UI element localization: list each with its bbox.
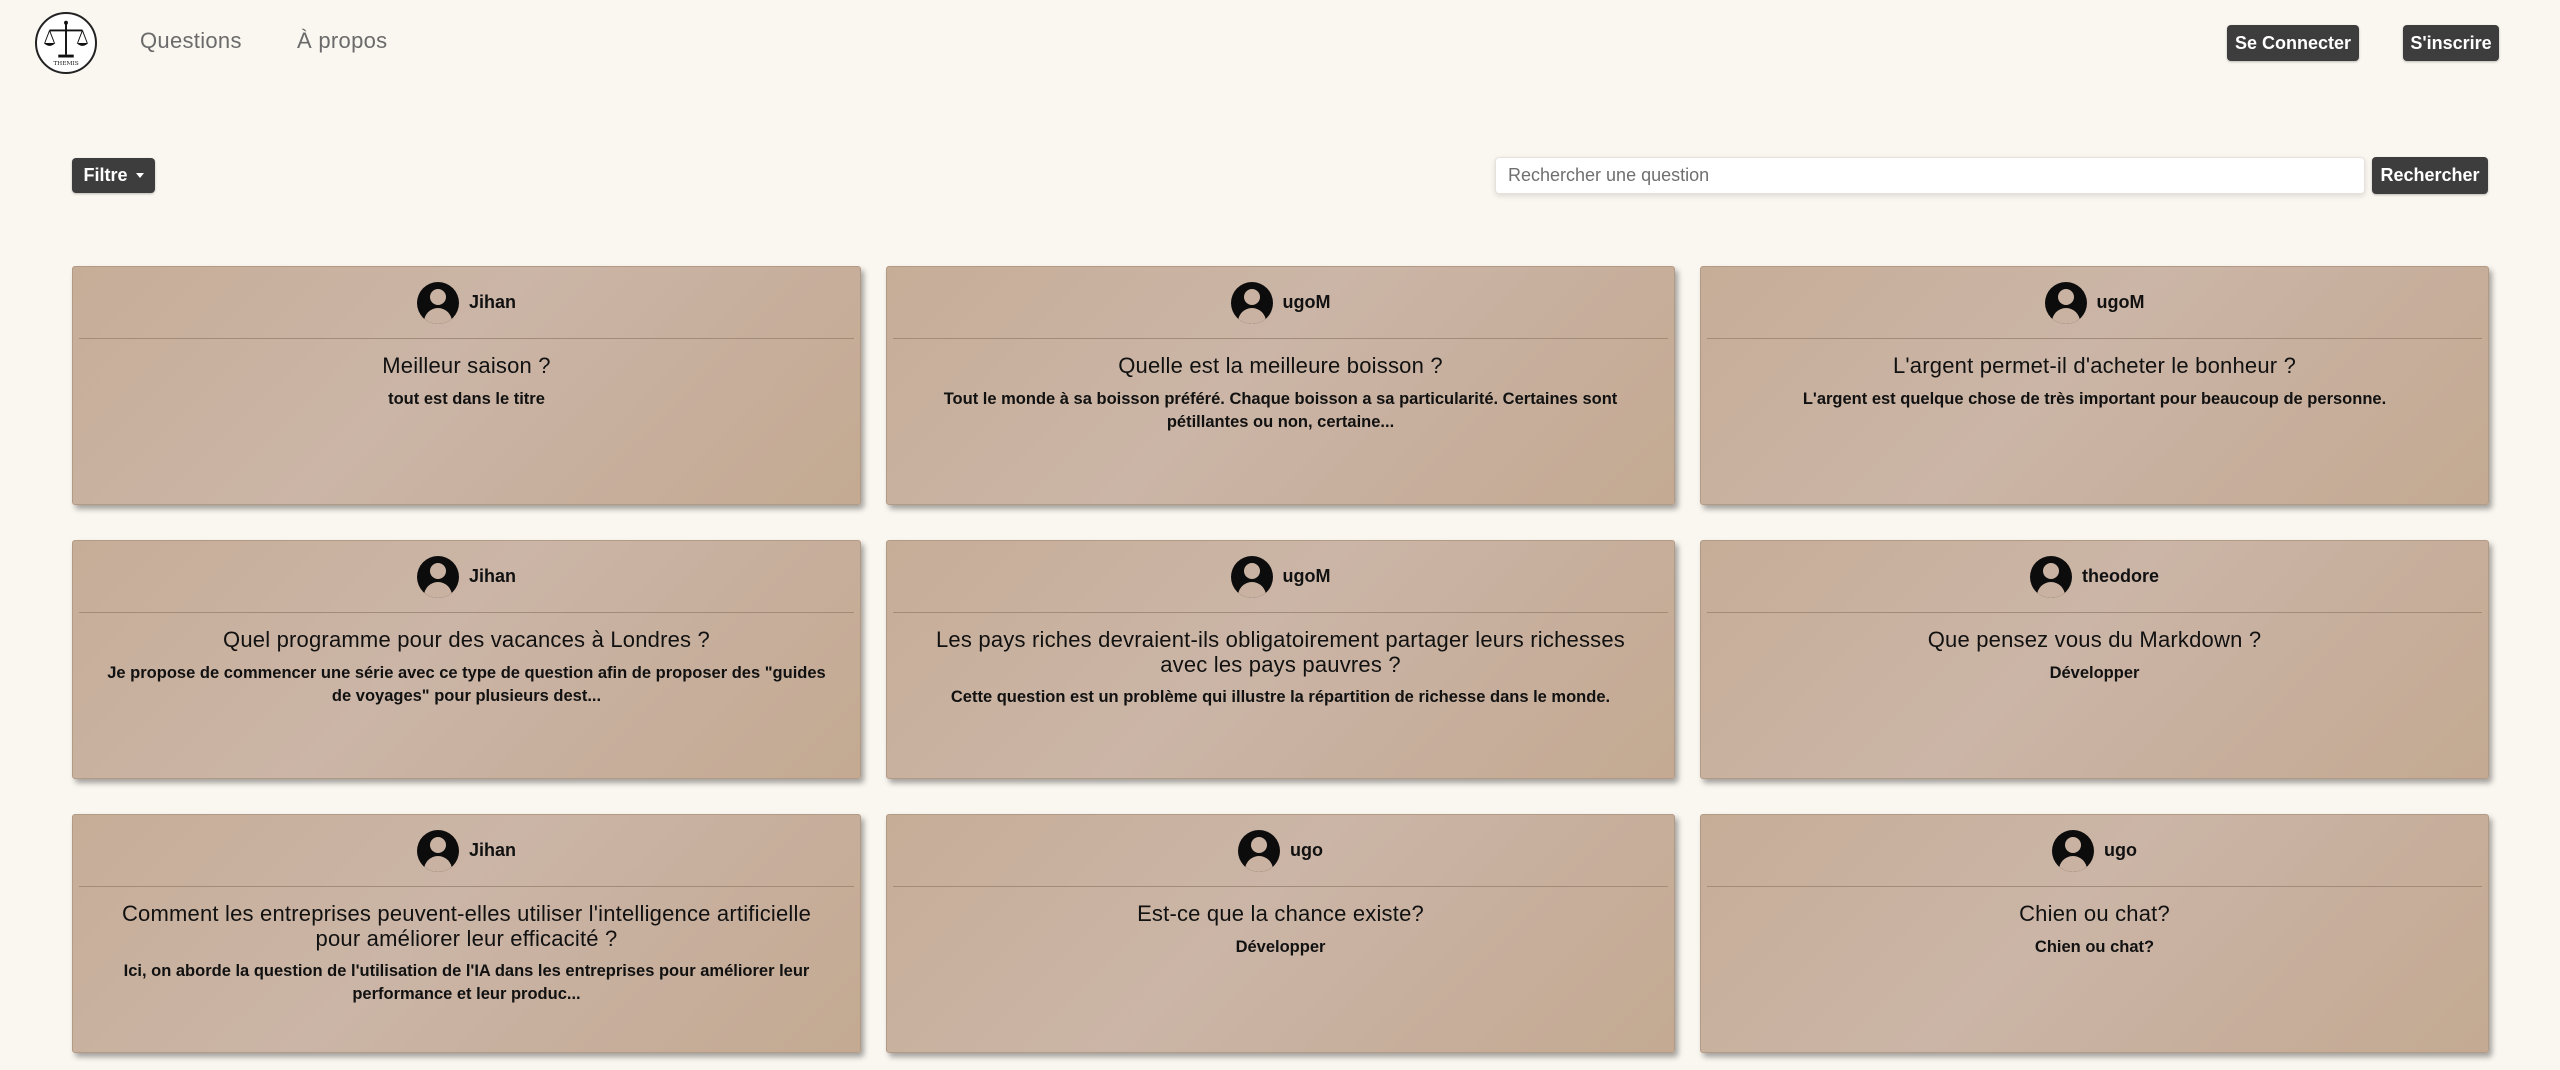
card-excerpt: Ici, on aborde la question de l'utilisat… [123, 962, 810, 1003]
svg-text:THEMIS: THEMIS [53, 61, 78, 67]
card-excerpt: Chien ou chat? [2034, 938, 2155, 956]
search-button[interactable]: Rechercher [2372, 157, 2488, 194]
caret-down-icon [135, 173, 144, 178]
card-header: Jihan [79, 267, 854, 339]
card-header: ugoM [893, 267, 1668, 339]
card-header: ugo [893, 815, 1668, 887]
card-author: ugoM [2096, 292, 2145, 312]
card-title: L'argent permet-il d'acheter le bonheur … [1892, 353, 2297, 378]
card-header: Jihan [79, 541, 854, 613]
user-avatar-icon [2029, 555, 2072, 598]
question-card[interactable]: ugo Est-ce que la chance existe? Dévelop… [886, 814, 1675, 1053]
user-avatar-icon [1230, 281, 1273, 324]
card-author: ugoM [1282, 566, 1331, 586]
user-avatar-icon [1238, 829, 1280, 872]
search-input[interactable] [1495, 157, 2365, 194]
card-excerpt: Cette question est un problème qui illus… [950, 688, 1611, 706]
top-navbar: THEMIS Questions À propos Se Connecter S… [0, 0, 2560, 86]
user-avatar-icon [416, 281, 459, 324]
card-title: Quelle est la meilleure boisson ? [1118, 353, 1443, 378]
user-avatar-icon [416, 829, 459, 872]
card-header: theodore [1707, 541, 2482, 613]
card-author: ugoM [1282, 292, 1331, 312]
card-excerpt: tout est dans le titre [388, 390, 545, 408]
card-author: theodore [2081, 566, 2159, 586]
user-avatar-icon [2044, 281, 2087, 324]
card-header: Jihan [79, 815, 854, 887]
card-author: ugo [2104, 840, 2137, 860]
card-author: Jihan [468, 840, 516, 860]
nav-link-questions[interactable]: Questions [140, 28, 242, 54]
card-excerpt: Développer [2049, 664, 2140, 682]
card-title: Chien ou chat? [2019, 901, 2170, 926]
question-card[interactable]: Jihan Quel programme pour des vacances à… [72, 540, 861, 779]
themis-logo[interactable]: THEMIS [35, 12, 97, 74]
nav-link-about[interactable]: À propos [297, 28, 387, 54]
scales-of-justice-icon: THEMIS [43, 20, 89, 67]
card-author: Jihan [468, 292, 516, 312]
card-excerpt: Je propose de commencer une série avec c… [107, 664, 826, 705]
question-card[interactable]: ugoM L'argent permet-il d'acheter le bon… [1700, 266, 2489, 505]
card-title: Meilleur saison ? [382, 353, 551, 378]
question-card[interactable]: ugo Chien ou chat? Chien ou chat? [1700, 814, 2489, 1053]
question-card[interactable]: ugoM Quelle est la meilleure boisson ? T… [886, 266, 1675, 505]
filter-dropdown-button[interactable]: Filtre [72, 158, 155, 193]
question-card[interactable]: Jihan Comment les entreprises peuvent-el… [72, 814, 861, 1053]
card-author: ugo [1290, 840, 1323, 860]
card-title: Est-ce que la chance existe? [1137, 901, 1424, 926]
card-title: Les pays riches devraient-ils obligatoir… [936, 627, 1625, 677]
card-title: Quel programme pour des vacances à Londr… [223, 627, 710, 652]
user-avatar-icon [2052, 829, 2094, 872]
question-card[interactable]: ugoM Les pays riches devraient-ils oblig… [886, 540, 1675, 779]
question-card[interactable]: Jihan Meilleur saison ? tout est dans le… [72, 266, 861, 505]
card-excerpt: L'argent est quelque chose de très impor… [1802, 390, 2387, 408]
question-card[interactable]: theodore Que pensez vous du Markdown ? D… [1700, 540, 2489, 779]
filter-label: Filtre [83, 165, 128, 185]
card-excerpt: Tout le monde à sa boisson préféré. Chaq… [943, 390, 1618, 431]
user-avatar-icon [1230, 555, 1273, 598]
card-header: ugoM [893, 541, 1668, 613]
login-button[interactable]: Se Connecter [2227, 25, 2359, 61]
card-title: Que pensez vous du Markdown ? [1927, 627, 2262, 652]
signup-button[interactable]: S'inscrire [2403, 25, 2499, 61]
user-avatar-icon [416, 555, 459, 598]
card-excerpt: Développer [1235, 938, 1326, 956]
card-header: ugo [1707, 815, 2482, 887]
card-header: ugoM [1707, 267, 2482, 339]
card-title: Comment les entreprises peuvent-elles ut… [121, 901, 812, 951]
card-author: Jihan [468, 566, 516, 586]
